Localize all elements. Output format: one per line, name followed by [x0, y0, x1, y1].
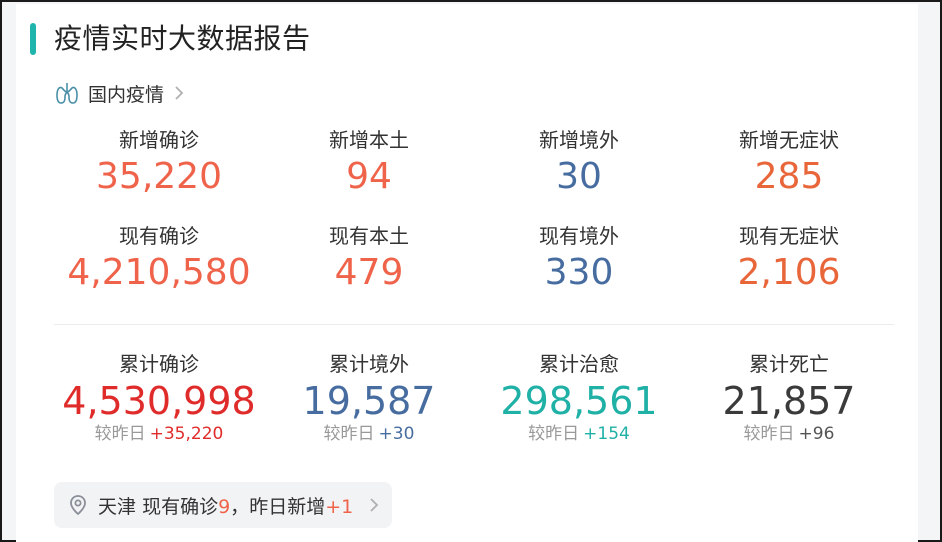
tip-current-value: 9	[218, 495, 231, 518]
diff-value: +30	[378, 424, 415, 444]
chevron-right-icon	[175, 86, 184, 100]
stat-label: 新增本土	[329, 128, 409, 152]
stat-new-asymptomatic: 新增无症状 285	[684, 127, 894, 199]
diff-label: 较昨日	[743, 424, 795, 444]
stat-total-imported: 累计境外 19,587 较昨日 +30	[264, 351, 474, 445]
stat-current-confirmed: 现有确诊 4,210,580	[54, 223, 264, 295]
stat-new-confirmed: 新增确诊 35,220	[54, 127, 264, 199]
stat-label: 现有本土	[329, 224, 409, 248]
stat-value: 330	[544, 252, 614, 293]
stat-value: 19,587	[302, 379, 436, 423]
stat-label: 新增确诊	[119, 128, 199, 152]
stat-value: 94	[346, 156, 392, 197]
tip-city: 天津	[98, 495, 137, 518]
stat-label: 累计境外	[329, 352, 409, 376]
stat-diff: 较昨日 +96	[684, 423, 894, 445]
diff-value: +154	[583, 424, 630, 444]
tip-separator: ，	[230, 495, 250, 518]
stat-value: 285	[754, 156, 824, 197]
stat-label: 现有境外	[539, 224, 619, 248]
page-title: 疫情实时大数据报告	[54, 22, 311, 55]
stat-label: 新增无症状	[739, 128, 839, 152]
diff-label: 较昨日	[528, 424, 580, 444]
stat-value: 35,220	[96, 156, 222, 197]
stat-total-confirmed: 累计确诊 4,530,998 较昨日 +35,220	[54, 351, 264, 445]
tip-new-label: 昨日新增	[249, 495, 326, 518]
stat-label: 累计死亡	[749, 352, 829, 376]
diff-label: 较昨日	[323, 424, 375, 444]
stat-value: 21,857	[722, 379, 856, 423]
page-frame: 疫情实时大数据报告 国内疫情 新增确诊 35,220 新增本土 94 新增境外 …	[0, 0, 942, 542]
stat-value: 2,106	[737, 252, 841, 293]
cumulative-stats-row: 累计确诊 4,530,998 较昨日 +35,220 累计境外 19,587 较昨…	[54, 351, 894, 445]
local-city-tip[interactable]: 天津 现有确诊9，昨日新增+1	[54, 482, 392, 528]
report-card: 疫情实时大数据报告 国内疫情 新增确诊 35,220 新增本土 94 新增境外 …	[16, 4, 918, 542]
location-pin-icon	[70, 495, 86, 516]
tip-new-value: +1	[325, 495, 354, 518]
stat-label: 累计治愈	[539, 352, 619, 376]
divider	[54, 324, 894, 325]
stat-current-local: 现有本土 479	[264, 223, 474, 295]
stat-value: 30	[556, 156, 602, 197]
stat-label: 现有无症状	[739, 224, 839, 248]
diff-value: +96	[798, 424, 835, 444]
lung-icon	[56, 83, 78, 104]
stat-new-imported: 新增境外 30	[474, 127, 684, 199]
tip-text: 天津 现有确诊9，昨日新增+1	[98, 492, 353, 519]
stat-total-recovered: 累计治愈 298,561 较昨日 +154	[474, 351, 684, 445]
stat-value: 298,561	[500, 379, 658, 423]
stat-diff: 较昨日 +35,220	[54, 423, 264, 445]
stat-total-deaths: 累计死亡 21,857 较昨日 +96	[684, 351, 894, 445]
stat-value: 4,530,998	[62, 379, 256, 423]
title-accent-bar	[30, 23, 36, 55]
current-stats-row: 现有确诊 4,210,580 现有本土 479 现有境外 330 现有无症状 2…	[54, 223, 894, 295]
stat-diff: 较昨日 +30	[264, 423, 474, 445]
stat-new-local: 新增本土 94	[264, 127, 474, 199]
stat-current-imported: 现有境外 330	[474, 223, 684, 295]
section-label: 国内疫情	[88, 83, 165, 106]
stat-current-asymptomatic: 现有无症状 2,106	[684, 223, 894, 295]
stat-label: 现有确诊	[119, 224, 199, 248]
stat-value: 479	[334, 252, 404, 293]
stat-value: 4,210,580	[67, 252, 251, 293]
diff-value: +35,220	[149, 424, 224, 444]
stat-diff: 较昨日 +154	[474, 423, 684, 445]
stat-label: 累计确诊	[119, 352, 199, 376]
domestic-section-link[interactable]: 国内疫情	[54, 78, 186, 108]
stat-label: 新增境外	[539, 128, 619, 152]
diff-label: 较昨日	[94, 424, 146, 444]
new-stats-row: 新增确诊 35,220 新增本土 94 新增境外 30 新增无症状 285	[54, 127, 894, 199]
chevron-right-icon	[370, 498, 379, 512]
tip-current-label: 现有确诊	[142, 495, 219, 518]
